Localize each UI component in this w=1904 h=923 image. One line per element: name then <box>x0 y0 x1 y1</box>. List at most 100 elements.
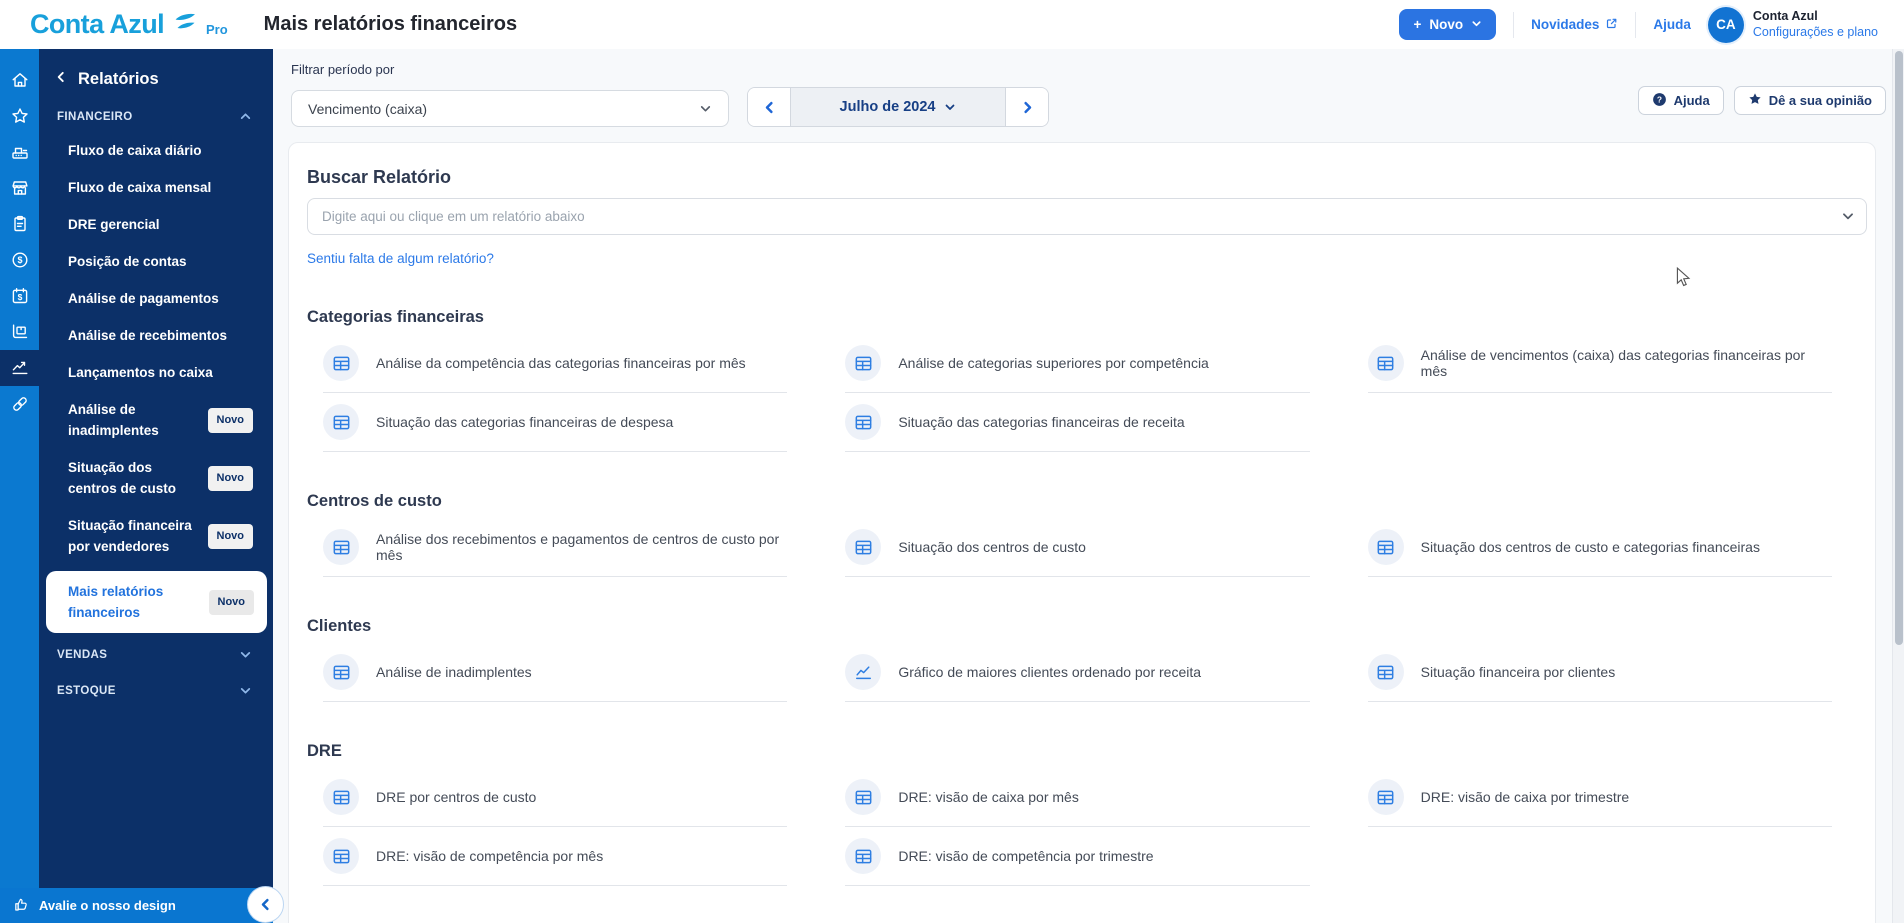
rail-store-icon[interactable] <box>0 170 39 206</box>
svg-text:$: $ <box>17 255 22 265</box>
ajuda-link[interactable]: Ajuda <box>1653 17 1691 32</box>
report-link[interactable]: Situação dos centros de custo e categori… <box>1368 518 1832 577</box>
sidebar-item[interactable]: Mais relatórios financeiros Novo <box>46 571 267 633</box>
plus-icon: + <box>1413 17 1421 32</box>
report-link[interactable]: DRE: visão de caixa por mês <box>845 768 1309 827</box>
report-link[interactable]: Análise da competência das categorias fi… <box>323 334 787 393</box>
conta-azul-logo[interactable]: Conta Azul Pro <box>30 9 228 40</box>
sidebar-item[interactable]: Lançamentos no caixa <box>39 354 273 391</box>
reports-back-button[interactable]: Relatórios <box>39 63 273 96</box>
star-icon <box>1748 92 1762 109</box>
report-link[interactable]: Análise de inadimplentes <box>323 643 787 702</box>
novo-badge: Novo <box>209 590 255 615</box>
sidebar-item[interactable]: Análise de pagamentos <box>39 280 273 317</box>
help-button[interactable]: ? Ajuda <box>1638 86 1724 115</box>
report-link[interactable]: Situação das categorias financeiras de r… <box>845 393 1309 452</box>
account-menu[interactable]: CA Conta Azul Configurações e plano <box>1708 7 1878 43</box>
sidebar-section-vendas[interactable]: VENDAS <box>39 639 273 670</box>
conta-azul-app: Conta Azul Pro Mais relatórios financeir… <box>0 0 1904 923</box>
rail-calendar-dollar-icon[interactable]: $ <box>0 278 39 314</box>
external-link-icon <box>1605 17 1618 33</box>
rail-home-icon[interactable] <box>0 62 39 98</box>
sidebar-item[interactable]: Posição de contas <box>39 243 273 280</box>
sidebar-section-estoque[interactable]: ESTOQUE <box>39 675 273 706</box>
report-link[interactable]: Análise dos recebimentos e pagamentos de… <box>323 518 787 577</box>
report-link[interactable]: Análise de categorias superiores por com… <box>845 334 1309 393</box>
sidebar-item[interactable]: Análise de recebimentos <box>39 317 273 354</box>
table-icon <box>1368 779 1404 815</box>
rail-cash-register-icon[interactable] <box>0 134 39 170</box>
sidebar-item[interactable]: DRE gerencial <box>39 206 273 243</box>
month-select[interactable]: Julho de 2024 <box>790 88 1006 126</box>
report-link[interactable]: DRE: visão de caixa por trimestre <box>1368 768 1832 827</box>
chevron-down-icon[interactable] <box>1841 209 1855 228</box>
rail-star-icon[interactable] <box>0 98 39 134</box>
rail-dollar-circle-icon[interactable]: $ <box>0 242 39 278</box>
filter-label: Filtrar período por <box>291 62 394 77</box>
report-link[interactable]: DRE: visão de competência por mês <box>323 827 787 886</box>
novo-button[interactable]: + Novo <box>1399 9 1496 40</box>
sidebar-item-label: Análise de recebimentos <box>68 325 253 346</box>
sidebar: $ $ Relatórios FINANCEIROFluxo de caixa d… <box>0 49 273 923</box>
date-navigator: Julho de 2024 <box>747 87 1049 127</box>
sidebar-item[interactable]: Fluxo de caixa mensal <box>39 169 273 206</box>
header-divider <box>1635 12 1636 38</box>
scrollbar-thumb[interactable] <box>1895 51 1903 645</box>
table-icon <box>845 838 881 874</box>
sidebar-item-label: Análise de pagamentos <box>68 288 253 309</box>
report-label: Gráfico de maiores clientes ordenado por… <box>898 664 1201 680</box>
avatar: CA <box>1708 7 1744 43</box>
sidebar-item[interactable]: Situação dos centros de custoNovo <box>39 449 273 507</box>
chevron-down-icon <box>1471 17 1482 32</box>
missing-report-link[interactable]: Sentiu falta de algum relatório? <box>307 251 494 266</box>
report-link[interactable]: Situação das categorias financeiras de d… <box>323 393 787 452</box>
next-month-button[interactable] <box>1006 88 1048 126</box>
report-link[interactable]: Análise de vencimentos (caixa) das categ… <box>1368 334 1832 393</box>
account-name: Conta Azul <box>1753 9 1878 24</box>
rail-line-chart-icon[interactable] <box>0 350 39 386</box>
sidebar-item-label: DRE gerencial <box>68 214 253 235</box>
sidebar-section-financeiro[interactable]: FINANCEIRO <box>39 101 273 132</box>
chevron-left-icon <box>762 100 777 115</box>
report-link[interactable]: DRE por centros de custo <box>323 768 787 827</box>
sidebar-collapse-button[interactable] <box>247 886 284 923</box>
chart-icon <box>845 654 881 690</box>
sidebar-menu: FINANCEIROFluxo de caixa diárioFluxo de … <box>39 101 273 706</box>
period-type-select[interactable]: Vencimento (caixa) <box>291 90 729 127</box>
chevron-down-icon <box>239 648 252 661</box>
sidebar-item[interactable]: Análise de inadimplentesNovo <box>39 391 273 449</box>
report-grid: Análise da competência das categorias fi… <box>323 334 1832 452</box>
account-settings-link[interactable]: Configurações e plano <box>1753 24 1878 40</box>
feedback-button[interactable]: Dê a sua opinião <box>1734 86 1886 115</box>
previous-month-button[interactable] <box>748 88 790 126</box>
novo-badge: Novo <box>208 466 254 491</box>
rail-link-icon[interactable] <box>0 386 39 422</box>
report-link[interactable]: Gráfico de maiores clientes ordenado por… <box>845 643 1309 702</box>
novidades-link[interactable]: Novidades <box>1531 17 1618 33</box>
rail-clipboard-icon[interactable] <box>0 206 39 242</box>
rail-package-trolley-icon[interactable] <box>0 314 39 350</box>
report-link[interactable]: Situação dos centros de custo <box>845 518 1309 577</box>
vertical-scrollbar[interactable] <box>1892 49 1904 923</box>
sidebar-item-label: Posição de contas <box>68 251 253 272</box>
sidebar-item-label: Mais relatórios financeiros <box>68 581 201 623</box>
sidebar-item[interactable]: Fluxo de caixa diário <box>39 132 273 169</box>
question-circle-icon: ? <box>1652 92 1667 110</box>
report-link[interactable]: Situação financeira por clientes <box>1368 643 1832 702</box>
report-label: Situação das categorias financeiras de r… <box>898 414 1184 430</box>
report-grid: DRE por centros de custo DRE: visão de ca… <box>323 768 1832 886</box>
section-title: Categorias financeiras <box>307 308 1867 327</box>
report-link[interactable]: DRE: visão de competência por trimestre <box>845 827 1309 886</box>
svg-text:$: $ <box>17 292 22 302</box>
report-label: Análise de vencimentos (caixa) das categ… <box>1421 347 1832 379</box>
section-title: Clientes <box>307 617 1867 636</box>
table-icon <box>323 529 359 565</box>
design-feedback-bar[interactable]: Avalie o nosso design <box>0 888 273 923</box>
report-search-input[interactable] <box>307 198 1867 235</box>
report-search <box>307 198 1867 235</box>
report-label: DRE: visão de competência por mês <box>376 848 603 864</box>
report-label: Análise de inadimplentes <box>376 664 532 680</box>
table-icon <box>323 779 359 815</box>
report-label: Situação dos centros de custo e categori… <box>1421 539 1760 555</box>
sidebar-item[interactable]: Situação financeira por vendedoresNovo <box>39 507 273 565</box>
